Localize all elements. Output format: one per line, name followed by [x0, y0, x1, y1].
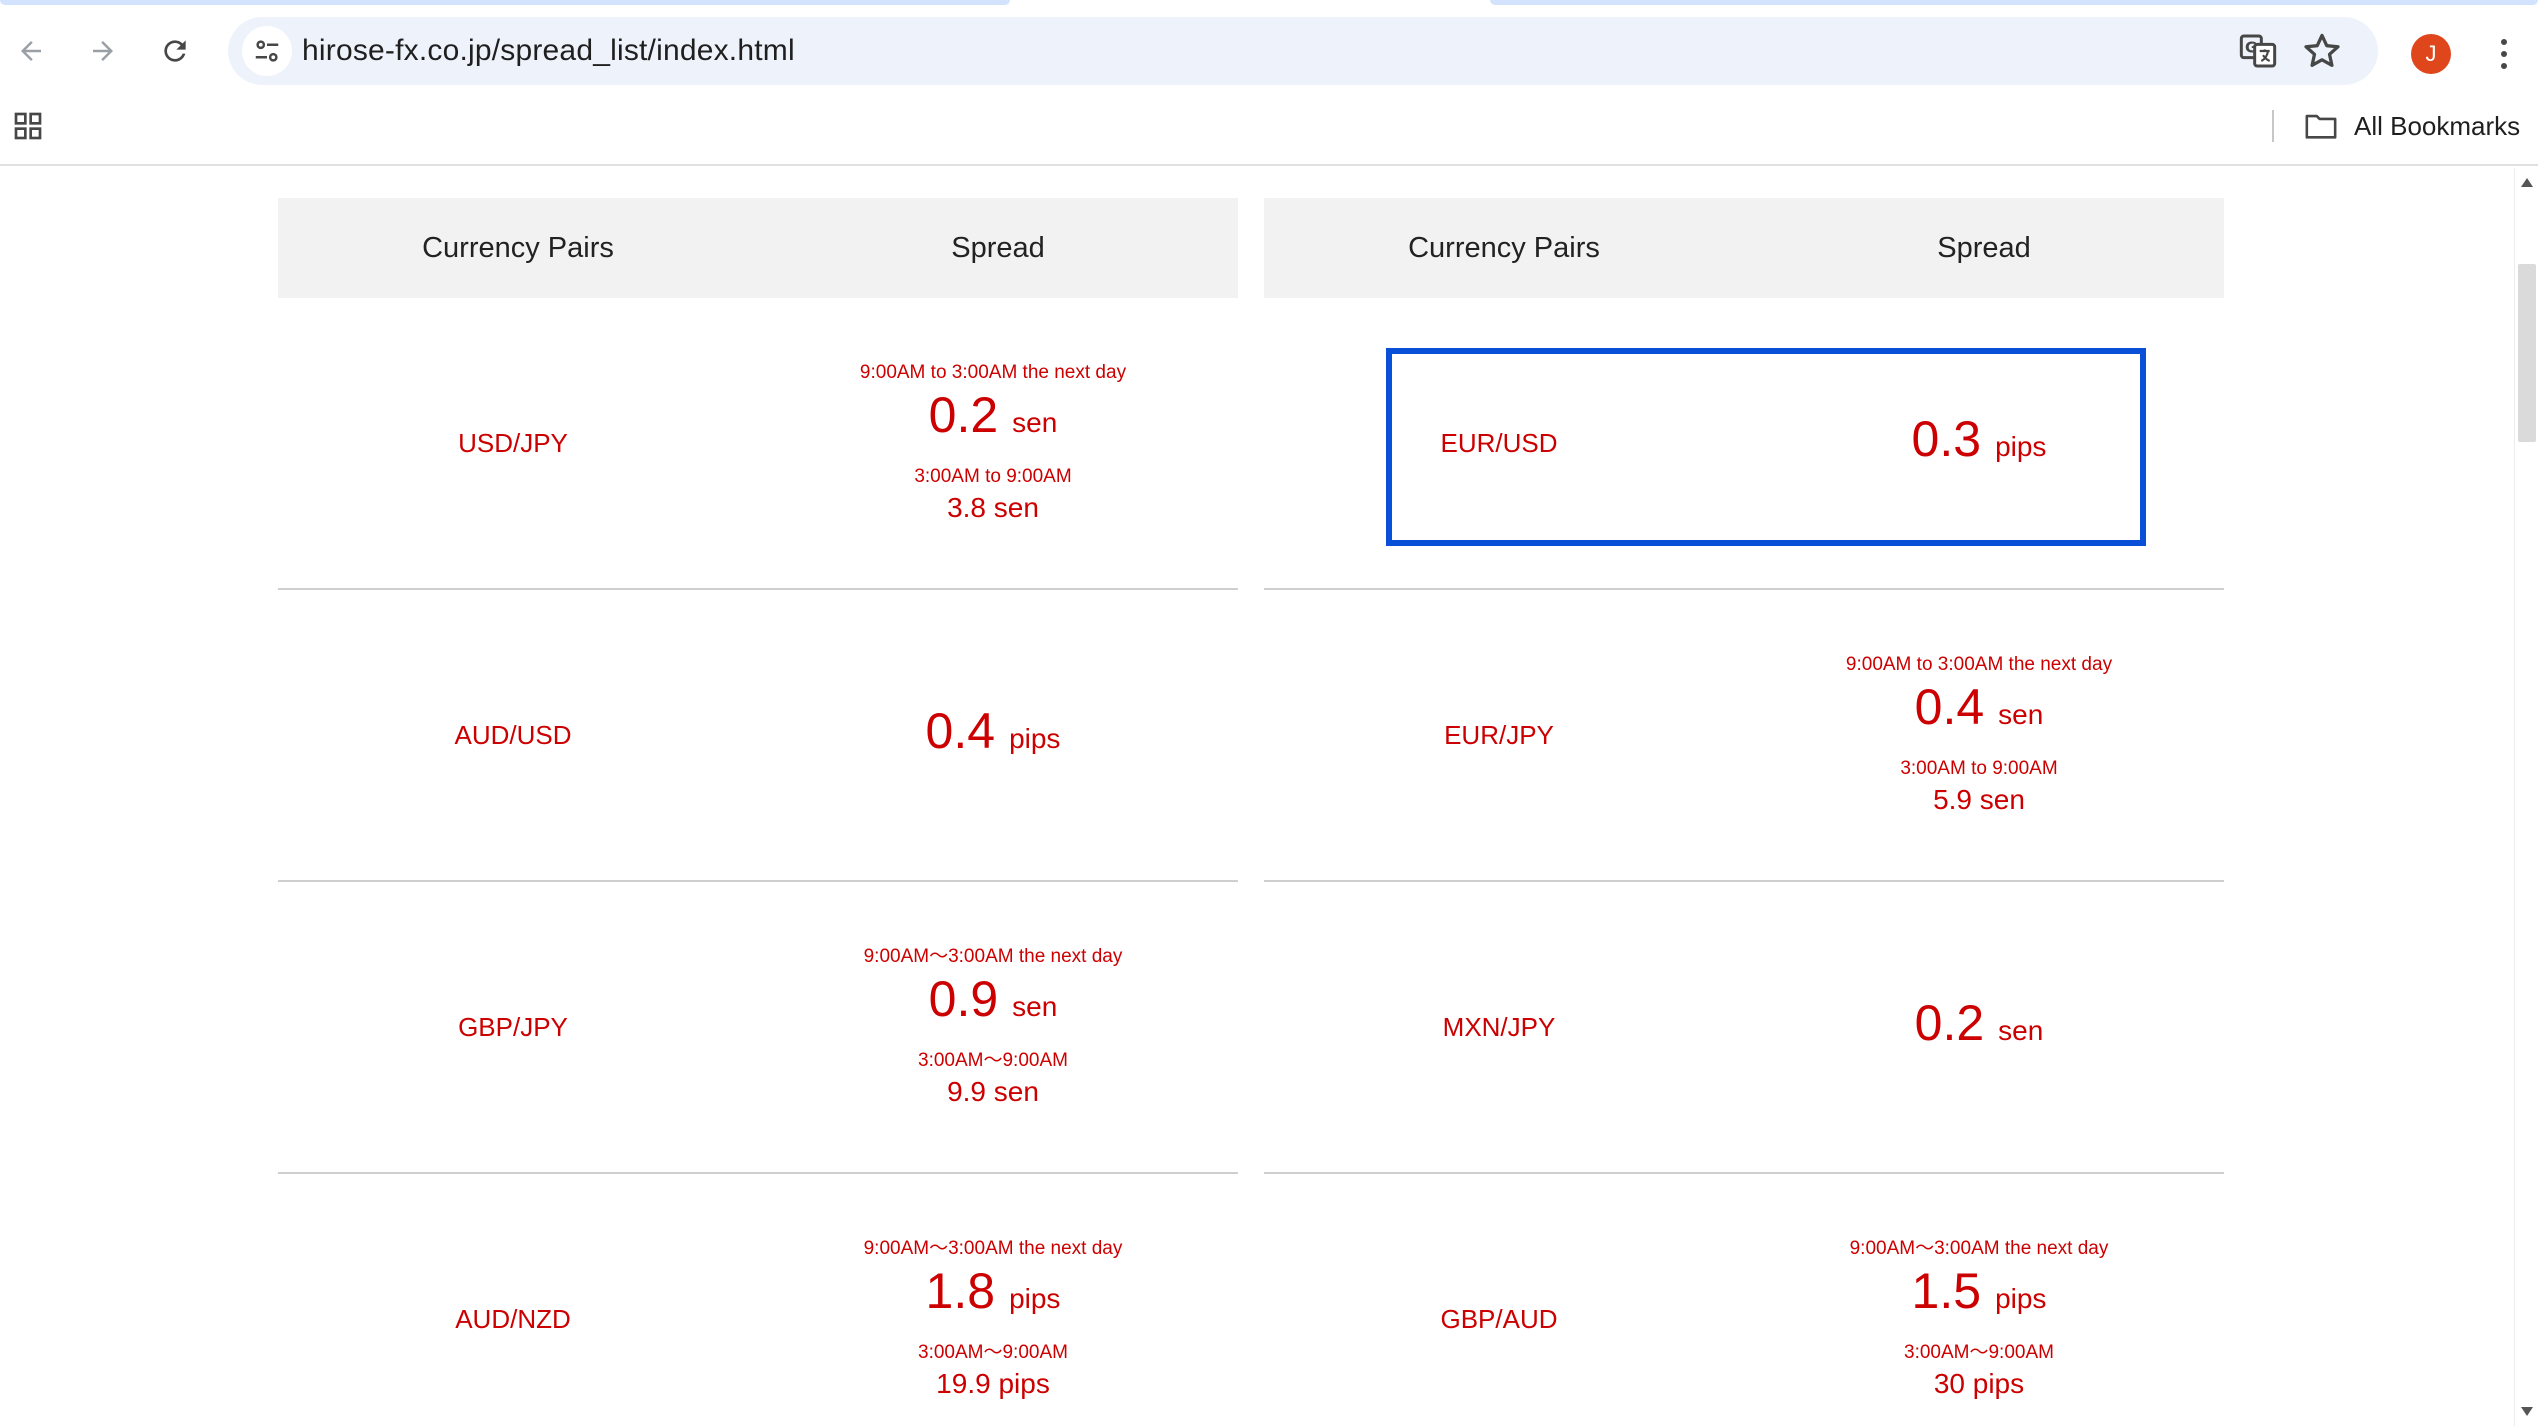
tab-edge — [0, 0, 1010, 5]
currency-pair: MXN/JPY — [1442, 1011, 1556, 1042]
currency-pair: GBP/JPY — [458, 1011, 568, 1042]
bookmark-star-icon[interactable] — [2300, 29, 2344, 73]
spread-value: 0.3 — [1911, 411, 1982, 467]
bookmarks-separator — [2272, 110, 2274, 142]
browser-menu-icon[interactable] — [2484, 30, 2524, 78]
header-spread: Spread — [1937, 231, 2031, 264]
table-row: USD/JPY 9:00AM to 3:00AM the next day 0.… — [278, 298, 1238, 590]
currency-pair: EUR/USD — [1440, 427, 1558, 458]
back-button[interactable] — [6, 26, 56, 76]
spread-value: 1.5 — [1911, 1263, 1982, 1319]
spread-cell: 9:00AM〜3:00AM the next day 1.5 pips 3:00A… — [1734, 1236, 2224, 1402]
spread-value: 0.4 — [925, 703, 996, 759]
bookmarks-bar: All Bookmarks — [0, 96, 2538, 166]
currency-pair: AUD/USD — [454, 719, 572, 750]
spread-value-secondary: 30 pips — [1933, 1368, 2025, 1399]
time-range: 3:00AM to 9:00AM — [914, 466, 1072, 487]
page-content: Currency Pairs Spread USD/JPY 9:00AM to … — [0, 168, 2514, 1426]
spread-cell: 9:00AM〜3:00AM the next day 0.9 sen 3:00AM… — [748, 944, 1238, 1110]
time-range: 3:00AM〜9:00AM — [918, 1050, 1068, 1071]
scrollbar-thumb[interactable] — [2518, 264, 2536, 442]
spread-value-secondary: 9.9 sen — [947, 1076, 1039, 1107]
apps-grid-icon[interactable] — [12, 110, 44, 142]
table-row: EUR/USD 0.3 pips — [1264, 298, 2224, 590]
table-row: GBP/JPY 9:00AM〜3:00AM the next day 0.9 se… — [278, 882, 1238, 1174]
spread-cell: 9:00AM〜3:00AM the next day 1.8 pips 3:00A… — [748, 1236, 1238, 1402]
table-row: EUR/JPY 9:00AM to 3:00AM the next day 0.… — [1264, 590, 2224, 882]
all-bookmarks-button[interactable]: All Bookmarks — [2304, 104, 2520, 148]
currency-pair: USD/JPY — [458, 427, 568, 458]
currency-pair: EUR/JPY — [1444, 719, 1554, 750]
table-row: GBP/AUD 9:00AM〜3:00AM the next day 1.5 pi… — [1264, 1174, 2224, 1426]
address-bar[interactable]: hirose-fx.co.jp/spread_list/index.html G — [228, 17, 2378, 85]
spread-table-right: Currency Pairs Spread EUR/USD 0.3 pips EU… — [1264, 198, 2224, 1426]
spread-value: 0.2 — [1914, 995, 1985, 1051]
forward-arrow-icon — [93, 41, 113, 61]
spread-unit: sen — [1012, 991, 1058, 1022]
back-arrow-icon — [21, 41, 41, 61]
currency-pair: AUD/NZD — [455, 1303, 571, 1334]
time-range: 9:00AM to 3:00AM the next day — [1845, 654, 2113, 675]
table-row: AUD/NZD 9:00AM〜3:00AM the next day 1.8 pi… — [278, 1174, 1238, 1426]
scroll-up-arrow-icon[interactable] — [2521, 178, 2533, 187]
time-range: 3:00AM〜9:00AM — [918, 1342, 1068, 1363]
spread-cell: 9:00AM to 3:00AM the next day 0.4 sen 3:0… — [1734, 652, 2224, 818]
time-range: 3:00AM to 9:00AM — [1900, 758, 2058, 779]
spread-cell: 9:00AM to 3:00AM the next day 0.2 sen 3:0… — [748, 360, 1238, 526]
forward-button[interactable] — [78, 26, 128, 76]
time-range: 9:00AM〜3:00AM the next day — [1849, 1238, 2109, 1259]
site-info-icon[interactable] — [242, 26, 292, 76]
spread-unit: pips — [1009, 723, 1061, 754]
spread-unit: pips — [1995, 431, 2047, 462]
folder-icon — [2305, 114, 2337, 139]
spread-unit: sen — [1012, 407, 1058, 438]
tab-edge — [1490, 0, 2538, 5]
spread-value: 0.2 — [928, 387, 999, 443]
spread-table-left: Currency Pairs Spread USD/JPY 9:00AM to … — [278, 198, 1238, 1426]
time-range: 9:00AM〜3:00AM the next day — [863, 946, 1123, 967]
spread-value-secondary: 19.9 pips — [936, 1368, 1050, 1399]
spread-unit: pips — [1009, 1283, 1061, 1314]
header-spread: Spread — [951, 231, 1045, 264]
spread-unit: pips — [1995, 1283, 2047, 1314]
all-bookmarks-label: All Bookmarks — [2354, 110, 2521, 141]
translate-icon[interactable]: G — [2238, 31, 2278, 71]
table-row: AUD/USD 0.4 pips — [278, 590, 1238, 882]
time-range: 3:00AM〜9:00AM — [1904, 1342, 2054, 1363]
spread-value-secondary: 3.8 sen — [947, 492, 1039, 523]
table-row: MXN/JPY 0.2 sen — [1264, 882, 2224, 1174]
table-header: Currency Pairs Spread — [1264, 198, 2224, 298]
page-scrollbar[interactable] — [2514, 168, 2538, 1426]
spread-cell: 0.2 sen — [1734, 994, 2224, 1060]
spread-value: 1.8 — [925, 1263, 996, 1319]
time-range: 9:00AM to 3:00AM the next day — [859, 362, 1127, 383]
spread-value-secondary: 5.9 sen — [1933, 784, 2025, 815]
reload-button[interactable] — [150, 26, 200, 76]
reload-icon — [164, 40, 186, 62]
url-text[interactable]: hirose-fx.co.jp/spread_list/index.html — [302, 17, 795, 85]
spread-cell: 0.4 pips — [748, 702, 1238, 768]
profile-avatar[interactable]: J — [2411, 34, 2451, 74]
spread-unit: sen — [1998, 1015, 2044, 1046]
scroll-down-arrow-icon[interactable] — [2521, 1407, 2533, 1416]
spread-value: 0.4 — [1914, 679, 1985, 735]
browser-toolbar: hirose-fx.co.jp/spread_list/index.html G… — [0, 6, 2538, 96]
spread-cell: 0.3 pips — [1734, 410, 2224, 476]
table-header: Currency Pairs Spread — [278, 198, 1238, 298]
time-range: 9:00AM〜3:00AM the next day — [863, 1238, 1123, 1259]
spread-value: 0.9 — [928, 971, 999, 1027]
currency-pair: GBP/AUD — [1440, 1303, 1558, 1334]
header-currency-pairs: Currency Pairs — [422, 231, 614, 264]
spread-unit: sen — [1998, 699, 2044, 730]
header-currency-pairs: Currency Pairs — [1408, 231, 1600, 264]
